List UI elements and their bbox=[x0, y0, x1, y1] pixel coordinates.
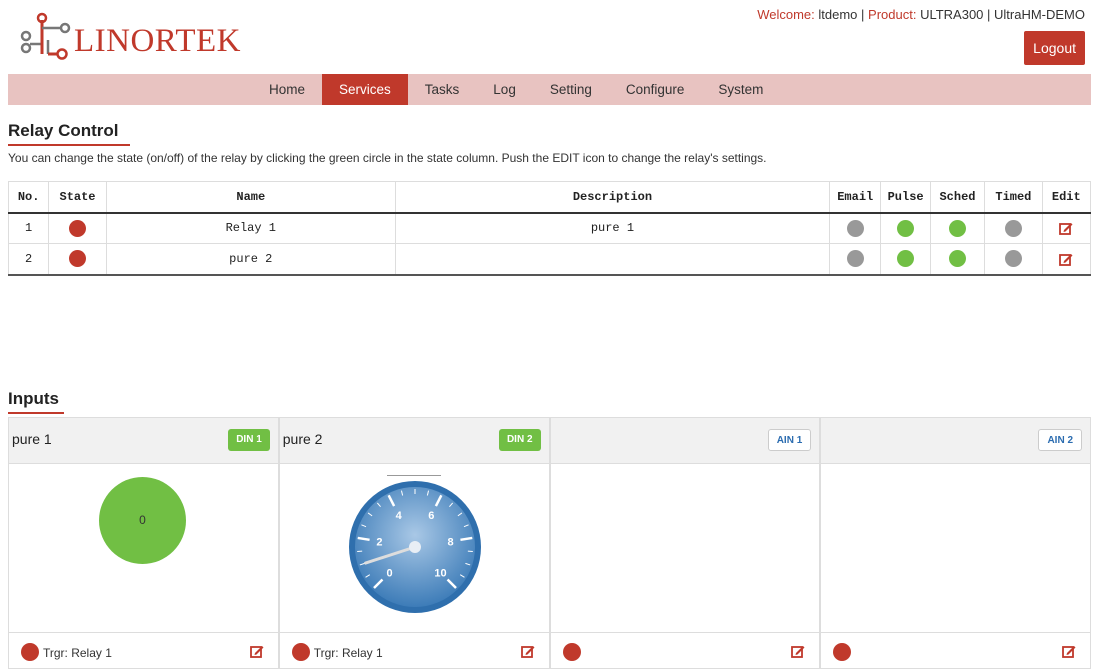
welcome-text: Welcome: ltdemo | Product: ULTRA300 | Ul… bbox=[757, 7, 1085, 22]
edit-icon[interactable] bbox=[1059, 221, 1073, 236]
relay-table: No. State Name Description Email Pulse S… bbox=[7, 181, 1092, 276]
relay-section-title: Relay Control bbox=[8, 121, 130, 146]
title-underline bbox=[8, 412, 64, 414]
gauge-label: 2 bbox=[376, 536, 382, 548]
title-underline bbox=[8, 144, 130, 146]
edit-icon[interactable] bbox=[791, 644, 805, 658]
product-label: Product: bbox=[868, 7, 921, 22]
edit-icon[interactable] bbox=[520, 644, 535, 658]
panel-body bbox=[551, 465, 820, 633]
relay-name: pure 2 bbox=[105, 243, 396, 276]
relay-state-toggle[interactable] bbox=[69, 219, 86, 237]
table-row: 1 Relay 1 pure 1 bbox=[7, 212, 1092, 244]
relay-description: You can change the state (on/off) of the… bbox=[8, 151, 767, 165]
pulse-status-dot bbox=[897, 250, 915, 268]
din2-badge: DIN 2 bbox=[498, 429, 541, 451]
nav-configure[interactable]: Configure bbox=[609, 74, 702, 105]
logout-button[interactable]: Logout bbox=[1024, 31, 1085, 65]
panel-header: AIN 2 bbox=[821, 418, 1090, 464]
relay-no: 2 bbox=[7, 243, 50, 276]
table-row: 2 pure 2 bbox=[7, 243, 1092, 276]
relay-state-toggle[interactable] bbox=[69, 250, 86, 268]
input-panel-din1: pure 1 DIN 1 0 Trgr: Relay 1 bbox=[8, 417, 279, 669]
edit-icon[interactable] bbox=[249, 644, 264, 658]
panel-body: 0 bbox=[9, 465, 278, 633]
logo[interactable]: LINORTEK bbox=[18, 8, 258, 66]
gauge: 0 2 4 6 8 10 bbox=[348, 481, 481, 613]
welcome-user: ltdemo bbox=[818, 7, 858, 22]
col-sched: Sched bbox=[929, 181, 986, 214]
panel-body: 0 2 4 6 8 10 bbox=[280, 465, 549, 633]
header: LINORTEK Welcome: ltdemo | Product: ULTR… bbox=[0, 0, 1099, 72]
relay-name: Relay 1 bbox=[105, 212, 396, 244]
gauge-hub bbox=[408, 541, 421, 553]
linortek-logo-icon bbox=[20, 12, 71, 60]
ain2-badge: AIN 2 bbox=[1038, 429, 1082, 451]
sched-status-dot bbox=[948, 250, 966, 268]
col-state: State bbox=[48, 181, 107, 214]
col-no: No. bbox=[7, 181, 50, 214]
inputs-section-title: Inputs bbox=[8, 389, 64, 414]
nav-services[interactable]: Services bbox=[322, 74, 408, 105]
col-email: Email bbox=[829, 181, 882, 214]
gauge-label: 0 bbox=[386, 567, 392, 579]
panel-header: AIN 1 bbox=[550, 418, 820, 464]
nav-system[interactable]: System bbox=[701, 74, 780, 105]
nav-log[interactable]: Log bbox=[476, 74, 533, 105]
gauge-title-line bbox=[386, 475, 441, 476]
relay-description: pure 1 bbox=[394, 212, 831, 244]
din-state-indicator: 0 bbox=[99, 477, 186, 564]
pulse-status-dot bbox=[897, 219, 915, 237]
gauge-label: 10 bbox=[434, 567, 446, 579]
product-value: ULTRA300 | UltraHM-DEMO bbox=[920, 7, 1085, 22]
main-nav: Home Services Tasks Log Setting Configur… bbox=[8, 74, 1091, 105]
col-pulse: Pulse bbox=[880, 181, 931, 214]
panel-body bbox=[821, 465, 1090, 633]
gauge-label: 4 bbox=[395, 510, 402, 522]
ain1-badge: AIN 1 bbox=[767, 429, 812, 451]
input-panel-ain1: AIN 1 bbox=[549, 417, 821, 669]
nav-setting[interactable]: Setting bbox=[533, 74, 609, 105]
panel-title: pure 1 bbox=[12, 431, 52, 447]
col-timed: Timed bbox=[984, 181, 1043, 214]
nav-home[interactable]: Home bbox=[252, 74, 322, 105]
input-panel-ain2: AIN 2 bbox=[820, 417, 1091, 669]
nav-tasks[interactable]: Tasks bbox=[408, 74, 477, 105]
edit-icon[interactable] bbox=[1059, 252, 1073, 266]
panel-footer: Trgr: Relay 1 bbox=[9, 632, 278, 668]
panel-footer bbox=[821, 632, 1090, 668]
panel-header: pure 2 DIN 2 bbox=[279, 418, 549, 464]
timed-status-dot bbox=[1004, 219, 1022, 237]
panel-footer: Trgr: Relay 1 bbox=[279, 632, 549, 668]
inputs-grid: pure 1 DIN 1 0 Trgr: Relay 1 pure 2 DIN … bbox=[8, 417, 1091, 669]
gauge-label: 6 bbox=[428, 510, 434, 522]
trigger-label: Trgr: Relay 1 bbox=[43, 646, 112, 660]
trigger-label: Trgr: Relay 1 bbox=[313, 646, 383, 660]
welcome-label: Welcome: bbox=[757, 7, 819, 22]
timed-status-dot bbox=[1004, 250, 1022, 268]
trigger-status-dot bbox=[833, 643, 852, 661]
col-description: Description bbox=[394, 181, 831, 214]
input-panel-din2: pure 2 DIN 2 0 2 4 6 8 10 Trgr: Relay 1 bbox=[278, 417, 550, 669]
email-status-dot bbox=[846, 219, 864, 237]
col-name: Name bbox=[105, 181, 396, 214]
gauge-label: 8 bbox=[447, 536, 453, 548]
email-status-dot bbox=[846, 250, 864, 268]
panel-title: pure 2 bbox=[282, 431, 323, 447]
col-edit: Edit bbox=[1041, 181, 1092, 214]
edit-icon[interactable] bbox=[1062, 644, 1076, 658]
trigger-status-dot bbox=[21, 643, 39, 661]
panel-header: pure 1 DIN 1 bbox=[9, 418, 278, 464]
sched-status-dot bbox=[948, 219, 966, 237]
trigger-status-dot bbox=[562, 643, 581, 661]
panel-footer bbox=[550, 632, 820, 668]
relay-no: 1 bbox=[7, 212, 50, 244]
din1-badge: DIN 1 bbox=[228, 429, 270, 451]
logo-text: LINORTEK bbox=[74, 22, 241, 59]
relay-description bbox=[394, 243, 831, 276]
trigger-status-dot bbox=[291, 643, 310, 661]
table-header-row: No. State Name Description Email Pulse S… bbox=[7, 181, 1092, 214]
